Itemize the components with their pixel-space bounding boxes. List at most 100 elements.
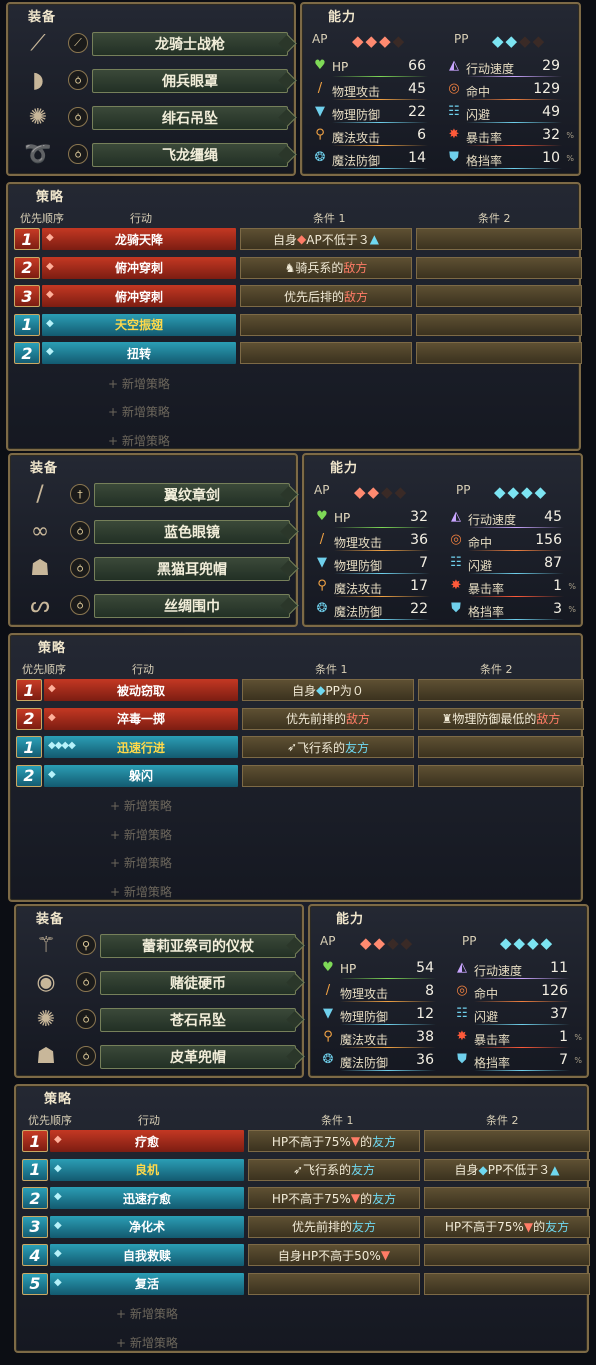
strategy-row[interactable]: 3 ◆ 俯冲穿刺 优先后排的 敌方 xyxy=(14,285,582,307)
condition-1-slot[interactable]: 自身 ◆ AP不低于３ ▲ xyxy=(240,228,412,250)
condition-1-slot[interactable] xyxy=(242,764,414,787)
equipment-slot[interactable]: ∞ ㆁ蓝色眼镜 xyxy=(18,514,293,548)
armor-icon: ▼ xyxy=(323,1006,333,1021)
strategy-row[interactable]: 4 ◆ 自我救赎 自身HP不高于50% ▼ xyxy=(22,1244,590,1266)
condition-2-slot[interactable] xyxy=(416,228,582,250)
equipment-name-button[interactable]: 苍石吊坠 xyxy=(100,1008,296,1032)
equipment-slot[interactable]: ᔕ ㆁ丝绸围巾 xyxy=(18,588,293,622)
add-strategy-button[interactable]: + 新增策略 xyxy=(108,432,170,449)
strategy-row[interactable]: 1 ◆ 良机 ➶ 飞行系的 友方 自身 ◆ PP不低于３ ▲ xyxy=(22,1158,590,1181)
add-strategy-button[interactable]: + 新增策略 xyxy=(116,1305,178,1322)
equipment-slot[interactable]: ☗ ㆁ皮革兜帽 xyxy=(24,1039,299,1073)
pp-label: PP xyxy=(454,32,469,46)
equipment-name-button[interactable]: 飞龙缰绳 xyxy=(92,143,288,167)
condition-1-slot[interactable]: ♞ 骑兵系的 敌方 xyxy=(240,256,412,279)
equipment-name-button[interactable]: 皮革兜帽 xyxy=(100,1045,296,1069)
condition-1-slot[interactable]: HP不高于75% ▼ 的友方 xyxy=(248,1130,420,1152)
action-button[interactable]: ◆ 疗愈 xyxy=(50,1130,244,1152)
condition-2-slot[interactable] xyxy=(418,764,584,787)
action-button[interactable]: ◆ 良机 xyxy=(50,1158,244,1181)
condition-1-slot[interactable]: 自身HP不高于50% ▼ xyxy=(248,1244,420,1266)
equipment-slot[interactable]: ◗ ㆁ佣兵眼罩 xyxy=(16,63,291,97)
equipment-name-button[interactable]: 黑猫耳兜帽 xyxy=(94,557,290,581)
staff-icon: ⚲ xyxy=(315,127,325,142)
add-strategy-button[interactable]: + 新增策略 xyxy=(108,403,170,420)
condition-1-slot[interactable] xyxy=(240,342,412,364)
action-button[interactable]: ◆ 俯冲穿刺 xyxy=(42,256,236,279)
action-button[interactable]: ◆ 复活 xyxy=(50,1272,244,1295)
strategy-row[interactable]: 2 ◆ 迅速疗愈 HP不高于75% ▼ 的友方 xyxy=(22,1187,590,1209)
condition-2-slot[interactable]: HP不高于75% ▼ 的友方 xyxy=(424,1215,590,1238)
condition-1-slot[interactable] xyxy=(248,1272,420,1295)
equipment-slot[interactable]: ☗ ㆁ黑猫耳兜帽 xyxy=(18,551,293,585)
add-strategy-button[interactable]: + 新增策略 xyxy=(110,797,172,814)
add-strategy-button[interactable]: + 新增策略 xyxy=(116,1334,178,1351)
action-button[interactable]: ◆ 净化术 xyxy=(50,1215,244,1238)
strategy-row[interactable]: 1 ◆ 疗愈 HP不高于75% ▼ 的友方 xyxy=(22,1130,590,1152)
equipment-title: 装备 xyxy=(30,461,59,476)
condition-1-slot[interactable]: ➶ 飞行系的 友方 xyxy=(248,1158,420,1181)
strategy-row[interactable]: 1 ◆ 天空振翅 xyxy=(14,313,582,336)
add-strategy-button[interactable]: + 新增策略 xyxy=(110,883,172,900)
condition-1-slot[interactable]: ➶ 飞行系的 友方 xyxy=(242,736,414,758)
strategy-row[interactable]: 2 ◆ 俯冲穿刺 ♞ 骑兵系的 敌方 xyxy=(14,256,582,279)
equipment-slot[interactable]: ⟋ ⟋ 龙骑士战枪 xyxy=(16,26,291,60)
condition-2-slot[interactable] xyxy=(416,256,582,279)
equipment-name-button[interactable]: 赌徒硬币 xyxy=(100,971,296,995)
condition-2-slot[interactable] xyxy=(424,1244,590,1266)
condition-2-slot[interactable] xyxy=(416,285,582,307)
strategy-row[interactable]: 5 ◆ 复活 xyxy=(22,1272,590,1295)
condition-1-slot[interactable]: HP不高于75% ▼ 的友方 xyxy=(248,1187,420,1209)
action-button[interactable]: ◆ 迅速疗愈 xyxy=(50,1187,244,1209)
condition-2-slot[interactable] xyxy=(418,679,584,701)
add-strategy-button[interactable]: + 新增策略 xyxy=(110,854,172,871)
equipment-slot[interactable]: ◉ ㆁ赌徒硬币 xyxy=(24,965,299,999)
strategy-row[interactable]: 2 ◆ 躲闪 xyxy=(16,764,584,787)
condition-2-slot[interactable] xyxy=(418,736,584,758)
condition-2-slot[interactable] xyxy=(416,342,582,364)
condition-2-slot[interactable] xyxy=(424,1187,590,1209)
strategy-row[interactable]: 1 ◆◆◆◆ 迅速行进 ➶ 飞行系的 友方 xyxy=(16,736,584,758)
equipment-name-button[interactable]: 翼纹章剑 xyxy=(94,483,290,507)
equipment-name-button[interactable]: 蓝色眼镜 xyxy=(94,520,290,544)
condition-2-slot[interactable]: 自身 ◆ PP不低于３ ▲ xyxy=(424,1158,590,1181)
pp-gem-icon: ◆ xyxy=(505,32,518,50)
condition-2-slot[interactable] xyxy=(424,1272,590,1295)
equipment-name-button[interactable]: 佣兵眼罩 xyxy=(92,69,288,93)
strategy-row[interactable]: 3 ◆ 净化术 优先前排的 友方 HP不高于75% ▼ 的友方 xyxy=(22,1215,590,1238)
condition-1-slot[interactable]: 自身 ◆ PP为０ xyxy=(242,679,414,701)
strategy-row[interactable]: 1 ◆ 被动窃取 自身 ◆ PP为０ xyxy=(16,679,584,701)
priority-number: 1 xyxy=(14,313,40,336)
action-button[interactable]: ◆ 龙骑天降 xyxy=(42,228,236,250)
action-button[interactable]: ◆ 俯冲穿刺 xyxy=(42,285,236,307)
condition-2-slot[interactable]: ♜ 物理防御最低的 敌方 xyxy=(418,707,584,730)
strategy-row[interactable]: 2 ◆ 扭转 xyxy=(14,342,582,364)
condition-1-slot[interactable]: 优先前排的 敌方 xyxy=(242,707,414,730)
condition-2-slot[interactable] xyxy=(424,1130,590,1152)
condition-1-slot[interactable] xyxy=(240,313,412,336)
equipment-slot[interactable]: / † 翼纹章剑 xyxy=(18,477,293,511)
action-button[interactable]: ◆ 被动窃取 xyxy=(44,679,238,701)
add-strategy-button[interactable]: + 新增策略 xyxy=(108,375,170,392)
equipment-name-button[interactable]: 龙骑士战枪 xyxy=(92,32,288,56)
stat-underline xyxy=(332,76,428,77)
action-button[interactable]: ◆ 扭转 xyxy=(42,342,236,364)
condition-1-slot[interactable]: 优先后排的 敌方 xyxy=(240,285,412,307)
equipment-slot[interactable]: ✺ ㆁ苍石吊坠 xyxy=(24,1002,299,1036)
condition-1-slot[interactable]: 优先前排的 友方 xyxy=(248,1215,420,1238)
condition-2-slot[interactable] xyxy=(416,313,582,336)
equipment-name-button[interactable]: 绯石吊坠 xyxy=(92,106,288,130)
equipment-name-button[interactable]: 丝绸围巾 xyxy=(94,594,290,618)
action-button[interactable]: ◆◆◆◆ 迅速行进 xyxy=(44,736,238,758)
add-strategy-button[interactable]: + 新增策略 xyxy=(110,826,172,843)
equipment-slot[interactable]: ✺ ㆁ绯石吊坠 xyxy=(16,100,291,134)
equipment-slot[interactable]: ⚚ ⚲ 蕾莉亚祭司的仪杖 xyxy=(24,928,299,962)
strategy-row[interactable]: 2 ◆ 淬毒一掷 优先前排的 敌方 ♜ 物理防御最低的 敌方 xyxy=(16,707,584,730)
action-button[interactable]: ◆ 躲闪 xyxy=(44,764,238,787)
equipment-name-button[interactable]: 蕾莉亚祭司的仪杖 xyxy=(100,934,296,958)
action-button[interactable]: ◆ 自我救赎 xyxy=(50,1244,244,1266)
action-button[interactable]: ◆ 天空振翅 xyxy=(42,313,236,336)
strategy-row[interactable]: 1 ◆ 龙骑天降 自身 ◆ AP不低于３ ▲ xyxy=(14,228,582,250)
equipment-slot[interactable]: ➰ ㆁ飞龙缰绳 xyxy=(16,137,291,171)
action-button[interactable]: ◆ 淬毒一掷 xyxy=(44,707,238,730)
